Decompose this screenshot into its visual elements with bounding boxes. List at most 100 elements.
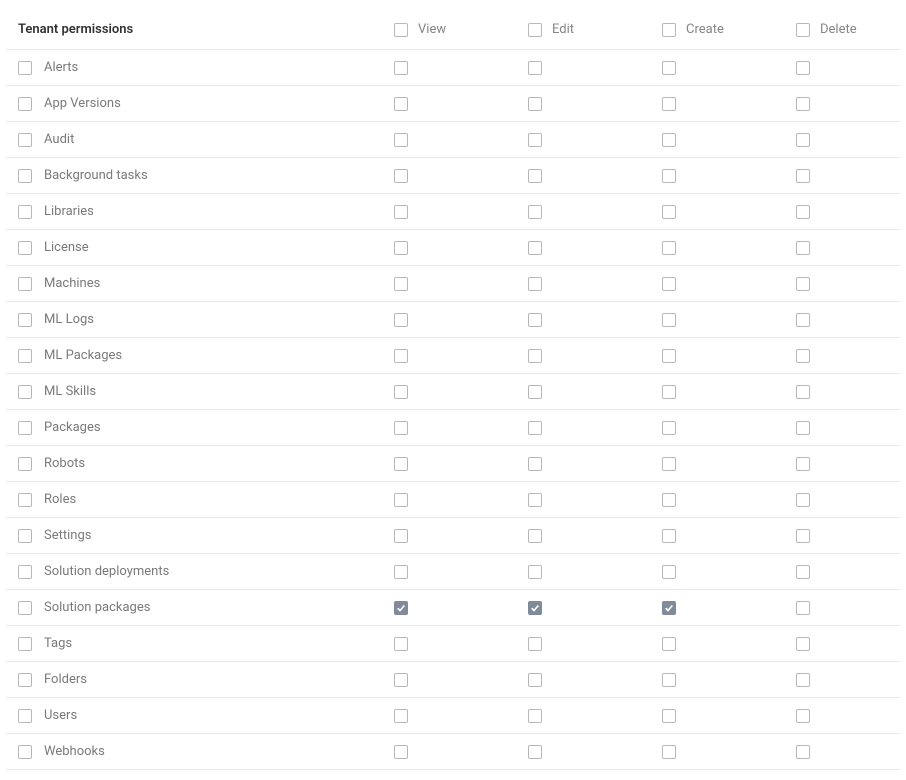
view-checkbox[interactable] [394, 277, 408, 291]
delete-checkbox[interactable] [796, 421, 810, 435]
delete-checkbox[interactable] [796, 385, 810, 399]
edit-checkbox[interactable] [528, 637, 542, 651]
create-checkbox[interactable] [662, 277, 676, 291]
edit-checkbox[interactable] [528, 349, 542, 363]
edit-checkbox[interactable] [528, 205, 542, 219]
view-checkbox[interactable] [394, 493, 408, 507]
edit-checkbox[interactable] [528, 313, 542, 327]
delete-checkbox[interactable] [796, 97, 810, 111]
create-checkbox[interactable] [662, 493, 676, 507]
delete-checkbox[interactable] [796, 709, 810, 723]
delete-checkbox[interactable] [796, 313, 810, 327]
view-checkbox[interactable] [394, 673, 408, 687]
edit-checkbox[interactable] [528, 673, 542, 687]
edit-checkbox[interactable] [528, 565, 542, 579]
delete-checkbox[interactable] [796, 61, 810, 75]
edit-checkbox[interactable] [528, 97, 542, 111]
row-select-checkbox[interactable] [18, 493, 32, 507]
view-checkbox[interactable] [394, 349, 408, 363]
create-checkbox[interactable] [662, 709, 676, 723]
delete-checkbox[interactable] [796, 529, 810, 543]
create-checkbox[interactable] [662, 421, 676, 435]
row-select-checkbox[interactable] [18, 745, 32, 759]
row-select-checkbox[interactable] [18, 349, 32, 363]
row-select-checkbox[interactable] [18, 97, 32, 111]
view-checkbox[interactable] [394, 385, 408, 399]
edit-checkbox[interactable] [528, 745, 542, 759]
create-checkbox[interactable] [662, 529, 676, 543]
delete-checkbox[interactable] [796, 205, 810, 219]
view-checkbox[interactable] [394, 97, 408, 111]
edit-checkbox[interactable] [528, 601, 542, 615]
row-select-checkbox[interactable] [18, 169, 32, 183]
select-all-view-checkbox[interactable] [394, 23, 408, 37]
select-all-create-checkbox[interactable] [662, 23, 676, 37]
view-checkbox[interactable] [394, 709, 408, 723]
row-select-checkbox[interactable] [18, 673, 32, 687]
delete-checkbox[interactable] [796, 241, 810, 255]
edit-checkbox[interactable] [528, 493, 542, 507]
row-select-checkbox[interactable] [18, 133, 32, 147]
delete-checkbox[interactable] [796, 169, 810, 183]
row-select-checkbox[interactable] [18, 313, 32, 327]
view-checkbox[interactable] [394, 169, 408, 183]
view-checkbox[interactable] [394, 529, 408, 543]
edit-checkbox[interactable] [528, 61, 542, 75]
select-all-edit-checkbox[interactable] [528, 23, 542, 37]
create-checkbox[interactable] [662, 349, 676, 363]
row-select-checkbox[interactable] [18, 241, 32, 255]
create-checkbox[interactable] [662, 457, 676, 471]
view-checkbox[interactable] [394, 313, 408, 327]
edit-checkbox[interactable] [528, 529, 542, 543]
delete-checkbox[interactable] [796, 745, 810, 759]
delete-checkbox[interactable] [796, 349, 810, 363]
create-checkbox[interactable] [662, 313, 676, 327]
edit-checkbox[interactable] [528, 169, 542, 183]
create-checkbox[interactable] [662, 133, 676, 147]
create-checkbox[interactable] [662, 385, 676, 399]
view-checkbox[interactable] [394, 133, 408, 147]
edit-checkbox[interactable] [528, 709, 542, 723]
create-checkbox[interactable] [662, 745, 676, 759]
row-select-checkbox[interactable] [18, 61, 32, 75]
edit-checkbox[interactable] [528, 457, 542, 471]
delete-checkbox[interactable] [796, 457, 810, 471]
create-checkbox[interactable] [662, 637, 676, 651]
delete-checkbox[interactable] [796, 601, 810, 615]
edit-checkbox[interactable] [528, 133, 542, 147]
view-checkbox[interactable] [394, 457, 408, 471]
view-checkbox[interactable] [394, 61, 408, 75]
view-checkbox[interactable] [394, 601, 408, 615]
row-select-checkbox[interactable] [18, 601, 32, 615]
select-all-delete-checkbox[interactable] [796, 23, 810, 37]
view-checkbox[interactable] [394, 421, 408, 435]
edit-checkbox[interactable] [528, 385, 542, 399]
row-select-checkbox[interactable] [18, 637, 32, 651]
create-checkbox[interactable] [662, 97, 676, 111]
row-select-checkbox[interactable] [18, 529, 32, 543]
delete-checkbox[interactable] [796, 133, 810, 147]
delete-checkbox[interactable] [796, 277, 810, 291]
row-select-checkbox[interactable] [18, 421, 32, 435]
create-checkbox[interactable] [662, 169, 676, 183]
row-select-checkbox[interactable] [18, 457, 32, 471]
row-select-checkbox[interactable] [18, 565, 32, 579]
delete-checkbox[interactable] [796, 565, 810, 579]
view-checkbox[interactable] [394, 241, 408, 255]
create-checkbox[interactable] [662, 565, 676, 579]
row-select-checkbox[interactable] [18, 205, 32, 219]
edit-checkbox[interactable] [528, 241, 542, 255]
view-checkbox[interactable] [394, 565, 408, 579]
delete-checkbox[interactable] [796, 637, 810, 651]
edit-checkbox[interactable] [528, 421, 542, 435]
view-checkbox[interactable] [394, 637, 408, 651]
create-checkbox[interactable] [662, 205, 676, 219]
create-checkbox[interactable] [662, 601, 676, 615]
row-select-checkbox[interactable] [18, 385, 32, 399]
view-checkbox[interactable] [394, 745, 408, 759]
create-checkbox[interactable] [662, 61, 676, 75]
delete-checkbox[interactable] [796, 493, 810, 507]
row-select-checkbox[interactable] [18, 277, 32, 291]
row-select-checkbox[interactable] [18, 709, 32, 723]
view-checkbox[interactable] [394, 205, 408, 219]
